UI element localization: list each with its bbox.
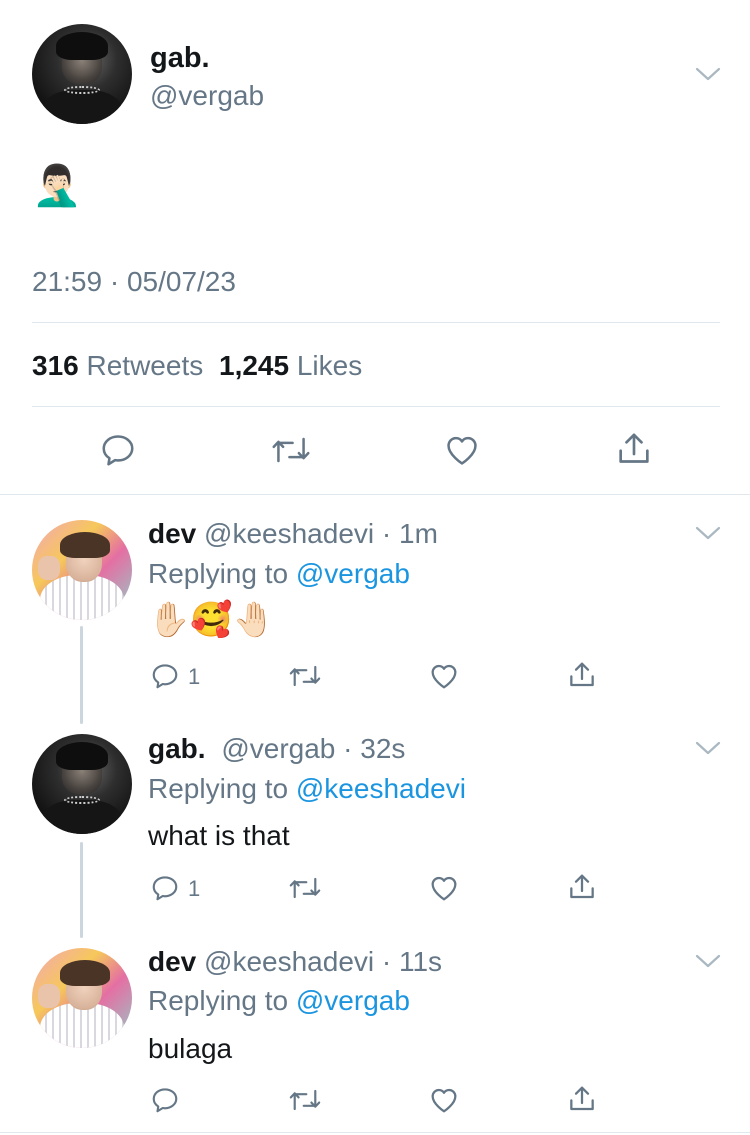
author-name[interactable]: gab. bbox=[150, 42, 210, 75]
reply-content: ✋🏻🥰🤚🏻 bbox=[148, 601, 276, 639]
retweets-label[interactable]: Retweets bbox=[87, 350, 204, 381]
tweet-timestamp[interactable]: 21:59 · 05/07/23 bbox=[32, 266, 236, 298]
chevron-down-icon[interactable] bbox=[695, 741, 721, 755]
retweet-icon[interactable] bbox=[268, 430, 314, 470]
heart-icon[interactable] bbox=[426, 658, 462, 694]
reply-header: dev @keeshadevi · 11s bbox=[148, 946, 442, 978]
reply-avatar[interactable] bbox=[32, 520, 132, 620]
replying-to: Replying to @keeshadevi bbox=[148, 773, 466, 805]
reply-time: · 1m bbox=[381, 518, 438, 549]
reply-author-handle[interactable]: @keeshadevi bbox=[204, 518, 374, 549]
heart-icon[interactable] bbox=[440, 430, 484, 470]
author-handle[interactable]: @vergab bbox=[150, 80, 264, 112]
divider bbox=[32, 406, 720, 407]
tweet-stats: 316 Retweets 1,245 Likes bbox=[32, 350, 362, 382]
reply-time: · 32s bbox=[343, 733, 406, 764]
reply-time: · 11s bbox=[381, 946, 443, 977]
chevron-down-icon[interactable] bbox=[695, 526, 721, 540]
replying-to: Replying to @vergab bbox=[148, 558, 410, 590]
retweet-icon[interactable] bbox=[286, 1082, 324, 1118]
replying-to-prefix: Replying to bbox=[148, 985, 289, 1016]
reply-author-name[interactable]: dev bbox=[148, 946, 196, 977]
reply-icon[interactable] bbox=[96, 430, 140, 470]
reply-author-handle[interactable]: @keeshadevi bbox=[204, 946, 374, 977]
reply-count: 1 bbox=[188, 664, 201, 689]
reply-avatar[interactable] bbox=[32, 948, 132, 1048]
share-icon[interactable] bbox=[564, 1080, 600, 1118]
reply-content: what is that bbox=[148, 820, 290, 851]
divider bbox=[32, 322, 720, 323]
author-avatar[interactable] bbox=[32, 24, 132, 124]
section-divider bbox=[0, 494, 750, 495]
retweets-count[interactable]: 316 bbox=[32, 350, 79, 381]
likes-label[interactable]: Likes bbox=[297, 350, 362, 381]
reply-author-handle[interactable]: @vergab bbox=[221, 733, 335, 764]
reply-content: bulaga bbox=[148, 1033, 233, 1064]
replying-to-prefix: Replying to bbox=[148, 558, 289, 589]
reply-icon[interactable] bbox=[148, 1082, 182, 1118]
replying-to: Replying to @vergab bbox=[148, 985, 410, 1017]
heart-icon[interactable] bbox=[426, 1082, 462, 1118]
thread-line bbox=[80, 626, 83, 724]
reply-header: dev @keeshadevi · 1m bbox=[148, 518, 438, 550]
reply-count: 1 bbox=[188, 876, 201, 901]
reply-avatar[interactable] bbox=[32, 734, 132, 834]
share-icon[interactable] bbox=[564, 656, 600, 694]
replying-to-prefix: Replying to bbox=[148, 773, 289, 804]
reply-author-name[interactable]: dev bbox=[148, 518, 196, 549]
tweet-content: 🤦🏻‍♂️ bbox=[32, 164, 82, 208]
likes-count[interactable]: 1,245 bbox=[219, 350, 289, 381]
heart-icon[interactable] bbox=[426, 870, 462, 906]
retweet-icon[interactable] bbox=[286, 870, 324, 906]
chevron-down-icon[interactable] bbox=[695, 954, 721, 968]
share-icon[interactable] bbox=[564, 868, 600, 906]
replying-to-mention[interactable]: @keeshadevi bbox=[296, 773, 466, 804]
replying-to-mention[interactable]: @vergab bbox=[296, 985, 410, 1016]
reply-header: gab. @vergab · 32s bbox=[148, 733, 405, 765]
share-icon[interactable] bbox=[612, 428, 656, 470]
replying-to-mention[interactable]: @vergab bbox=[296, 558, 410, 589]
reply-icon[interactable] bbox=[148, 658, 182, 694]
retweet-icon[interactable] bbox=[286, 658, 324, 694]
bottom-divider bbox=[0, 1132, 750, 1133]
reply-icon[interactable] bbox=[148, 870, 182, 906]
thread-line bbox=[80, 842, 83, 938]
reply-author-name[interactable]: gab. bbox=[148, 733, 206, 764]
chevron-down-icon[interactable] bbox=[695, 67, 721, 81]
